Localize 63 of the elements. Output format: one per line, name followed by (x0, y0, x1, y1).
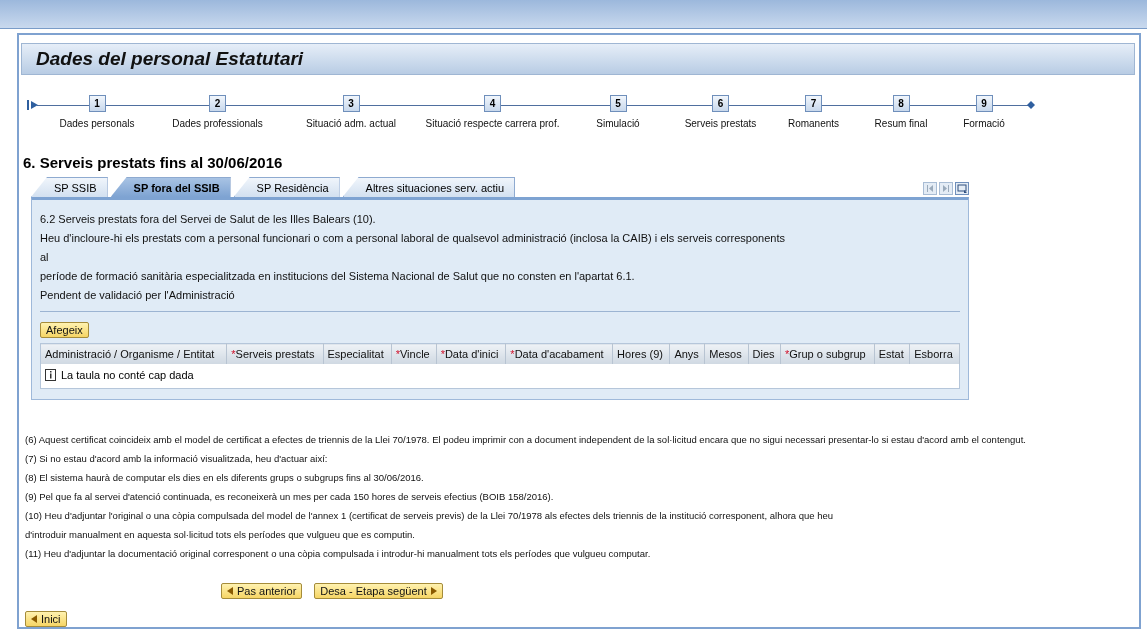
tab[interactable]: SP Residència (233, 177, 340, 197)
empty-table-message: La taula no conté cap dada (61, 369, 194, 381)
column-header[interactable]: Anys (669, 343, 705, 364)
step-number[interactable]: 9 (975, 94, 993, 112)
column-header[interactable]: Estat (874, 343, 910, 364)
column-header[interactable]: *Vincle (391, 343, 437, 364)
step-number[interactable]: 5 (609, 94, 627, 112)
column-header[interactable]: Dies (748, 343, 781, 364)
column-header[interactable]: Especialitat (323, 343, 392, 364)
step-label: Situació respecte carrera prof. (425, 117, 560, 129)
step-label: Serveis prestats (684, 117, 757, 129)
step-number[interactable]: 8 (892, 94, 910, 112)
panel-text: 6.2 Serveis prestats fora del Servei de Salut de les Illes Balears (10). (40, 212, 377, 227)
column-header[interactable]: Mesos (704, 343, 749, 364)
tab[interactable]: Altres situaciones serv. actiu (342, 177, 516, 197)
step-label: Simulació (596, 117, 640, 129)
start-arrow-icon (27, 98, 39, 111)
footnote: (11) Heu d'adjuntar la documentació original corresponent o una còpia compulsada i introdur-hi manualment tots els períodes que vulgueu computar. (25, 547, 652, 561)
step-number[interactable]: 6 (712, 94, 729, 112)
window-list-icon[interactable] (955, 182, 969, 195)
column-header[interactable]: Hores (9) (612, 343, 670, 364)
step-number[interactable]: 7 (805, 94, 822, 112)
step-label: Dades professionals (172, 117, 263, 129)
right-triangle-icon (430, 587, 437, 595)
step-label: Dades personals (59, 117, 135, 129)
nav-button[interactable]: Desa - Etapa següent (314, 583, 443, 599)
nav-button[interactable]: Pas anterior (221, 583, 303, 599)
panel-text: període de formació sanitària especialitzada en institucions del Sistema Nacional de Salut que no consten en l'apartat 6.1. (40, 269, 636, 284)
tab[interactable]: SP fora del SSIB (110, 177, 231, 197)
step-label: Formació (963, 117, 1005, 129)
footnote: d'introduir manualment en aquesta sol·licitud tots els períodes que vulgueu que es computin. (25, 528, 416, 542)
step-label: Resum final (874, 117, 928, 129)
footnote: (7) Si no estau d'acord amb la informació visualitzada, heu d'actuar així: (25, 452, 329, 466)
step-number[interactable]: 2 (209, 94, 226, 112)
add-button[interactable]: Afegeix (40, 322, 89, 338)
end-arrow-icon (1027, 99, 1036, 110)
panel-text: al (40, 250, 50, 265)
step-number[interactable]: 4 (484, 94, 501, 112)
footnote: (9) Pel que fa al servei d'atenció continuada, es reconeixerà un mes per cada 150 hores de serveis efectius (BOIB 158/2016). (25, 490, 555, 504)
step-number[interactable]: 3 (342, 94, 360, 112)
column-header[interactable]: *Serveis prestats (226, 343, 323, 364)
footnote: (8) El sistema haurà de computar els dies en els diferents grups o subgrups fins al 30/06/2016. (25, 471, 425, 485)
last-page-icon[interactable] (939, 182, 953, 195)
column-header[interactable]: Administració / Organisme / Entitat (40, 343, 227, 364)
footnote: (6) Aquest certificat coincideix amb el model de certificat a efectes de triennis de la Llei 70/1978. El podeu imprimir con a document independent de la sol·licitud encara que no sigui necessari presentar-lo si estau d'acord amb el contengut. (25, 433, 1027, 447)
page-title: Dades del personal Estatutari (36, 47, 304, 70)
column-header[interactable]: *Data d'inici (436, 343, 506, 364)
column-header[interactable]: Esborra (909, 343, 960, 364)
step-number[interactable]: 1 (88, 94, 106, 112)
panel-text: Heu d'incloure-hi els prestats com a personal funcionari o com a personal laboral de qualsevol administració (inclosa la CAIB) i els serveis corresponents (40, 231, 786, 246)
left-triangle-icon (227, 587, 233, 595)
left-triangle-icon (31, 615, 37, 623)
info-icon (45, 369, 56, 381)
column-header[interactable]: *Data d'acabament (505, 343, 613, 364)
tab[interactable]: SP SSIB (31, 177, 108, 197)
panel-text: Pendent de validació per l'Administració (40, 288, 236, 303)
first-page-icon[interactable] (923, 182, 937, 195)
step-label: Romanents (787, 117, 840, 129)
home-button[interactable]: Inici (25, 611, 67, 627)
footnote: (10) Heu d'adjuntar l'original o una còpia compulsada del model de l'annex 1 (certificat de serveis previs) de la Llei 70/1978 als efectes dels triennis de la institució corresponent, alhora que heu (25, 509, 835, 523)
section-title: 6. Serveis prestats fins al 30/06/2016 (23, 154, 284, 171)
step-label: Situació adm. actual (305, 117, 397, 129)
column-header[interactable]: *Grup o subgrup (780, 343, 875, 364)
